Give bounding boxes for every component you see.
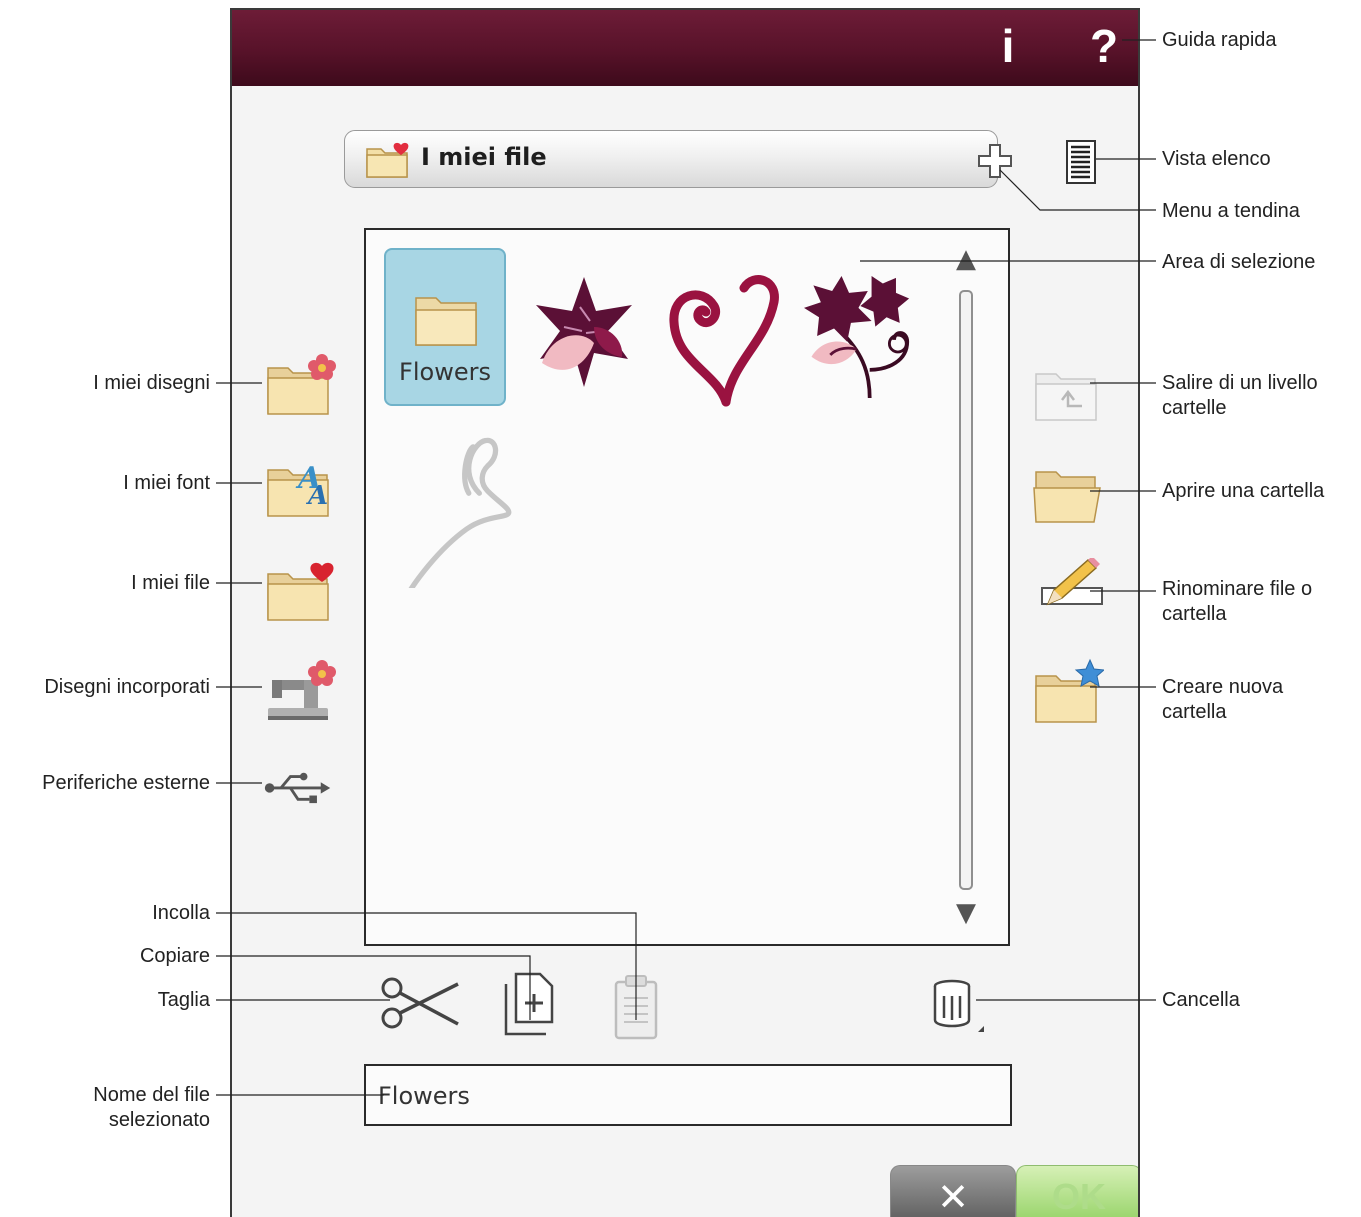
label-nome-file-line2: selezionato (108, 1109, 210, 1131)
label-vista-elenco: Vista elenco (1162, 148, 1271, 170)
label-incolla: Incolla (152, 902, 210, 924)
label-miei-disegni: I miei disegni (93, 372, 210, 394)
label-creare-cartella-line1: Creare nuova (1162, 676, 1284, 698)
label-copiare: Copiare (139, 945, 210, 967)
label-rinominare-line1: Rinominare file o (1162, 578, 1313, 600)
label-disegni-incorporati: Disegni incorporati (44, 676, 210, 698)
callout-lines (216, 39, 1156, 1096)
label-menu-tendina: Menu a tendina (1162, 200, 1300, 222)
label-area-selezione: Area di selezione (1162, 251, 1316, 273)
label-creare-cartella-line2: cartella (1162, 701, 1227, 723)
label-periferiche-esterne: Periferiche esterne (42, 772, 210, 794)
label-miei-font: I miei font (123, 472, 210, 494)
label-cancella: Cancella (1162, 989, 1240, 1011)
label-rinominare-line2: cartella (1162, 603, 1227, 625)
label-nome-file-line1: Nome del file (93, 1084, 210, 1106)
label-taglia: Taglia (157, 989, 210, 1011)
label-salire-livello-line2: cartelle (1162, 397, 1227, 419)
label-miei-file: I miei file (131, 572, 210, 594)
label-salire-livello-line1: Salire di un livello (1162, 372, 1318, 394)
label-aprire-cartella: Aprire una cartella (1162, 480, 1325, 502)
label-guida-rapida: Guida rapida (1162, 29, 1277, 51)
